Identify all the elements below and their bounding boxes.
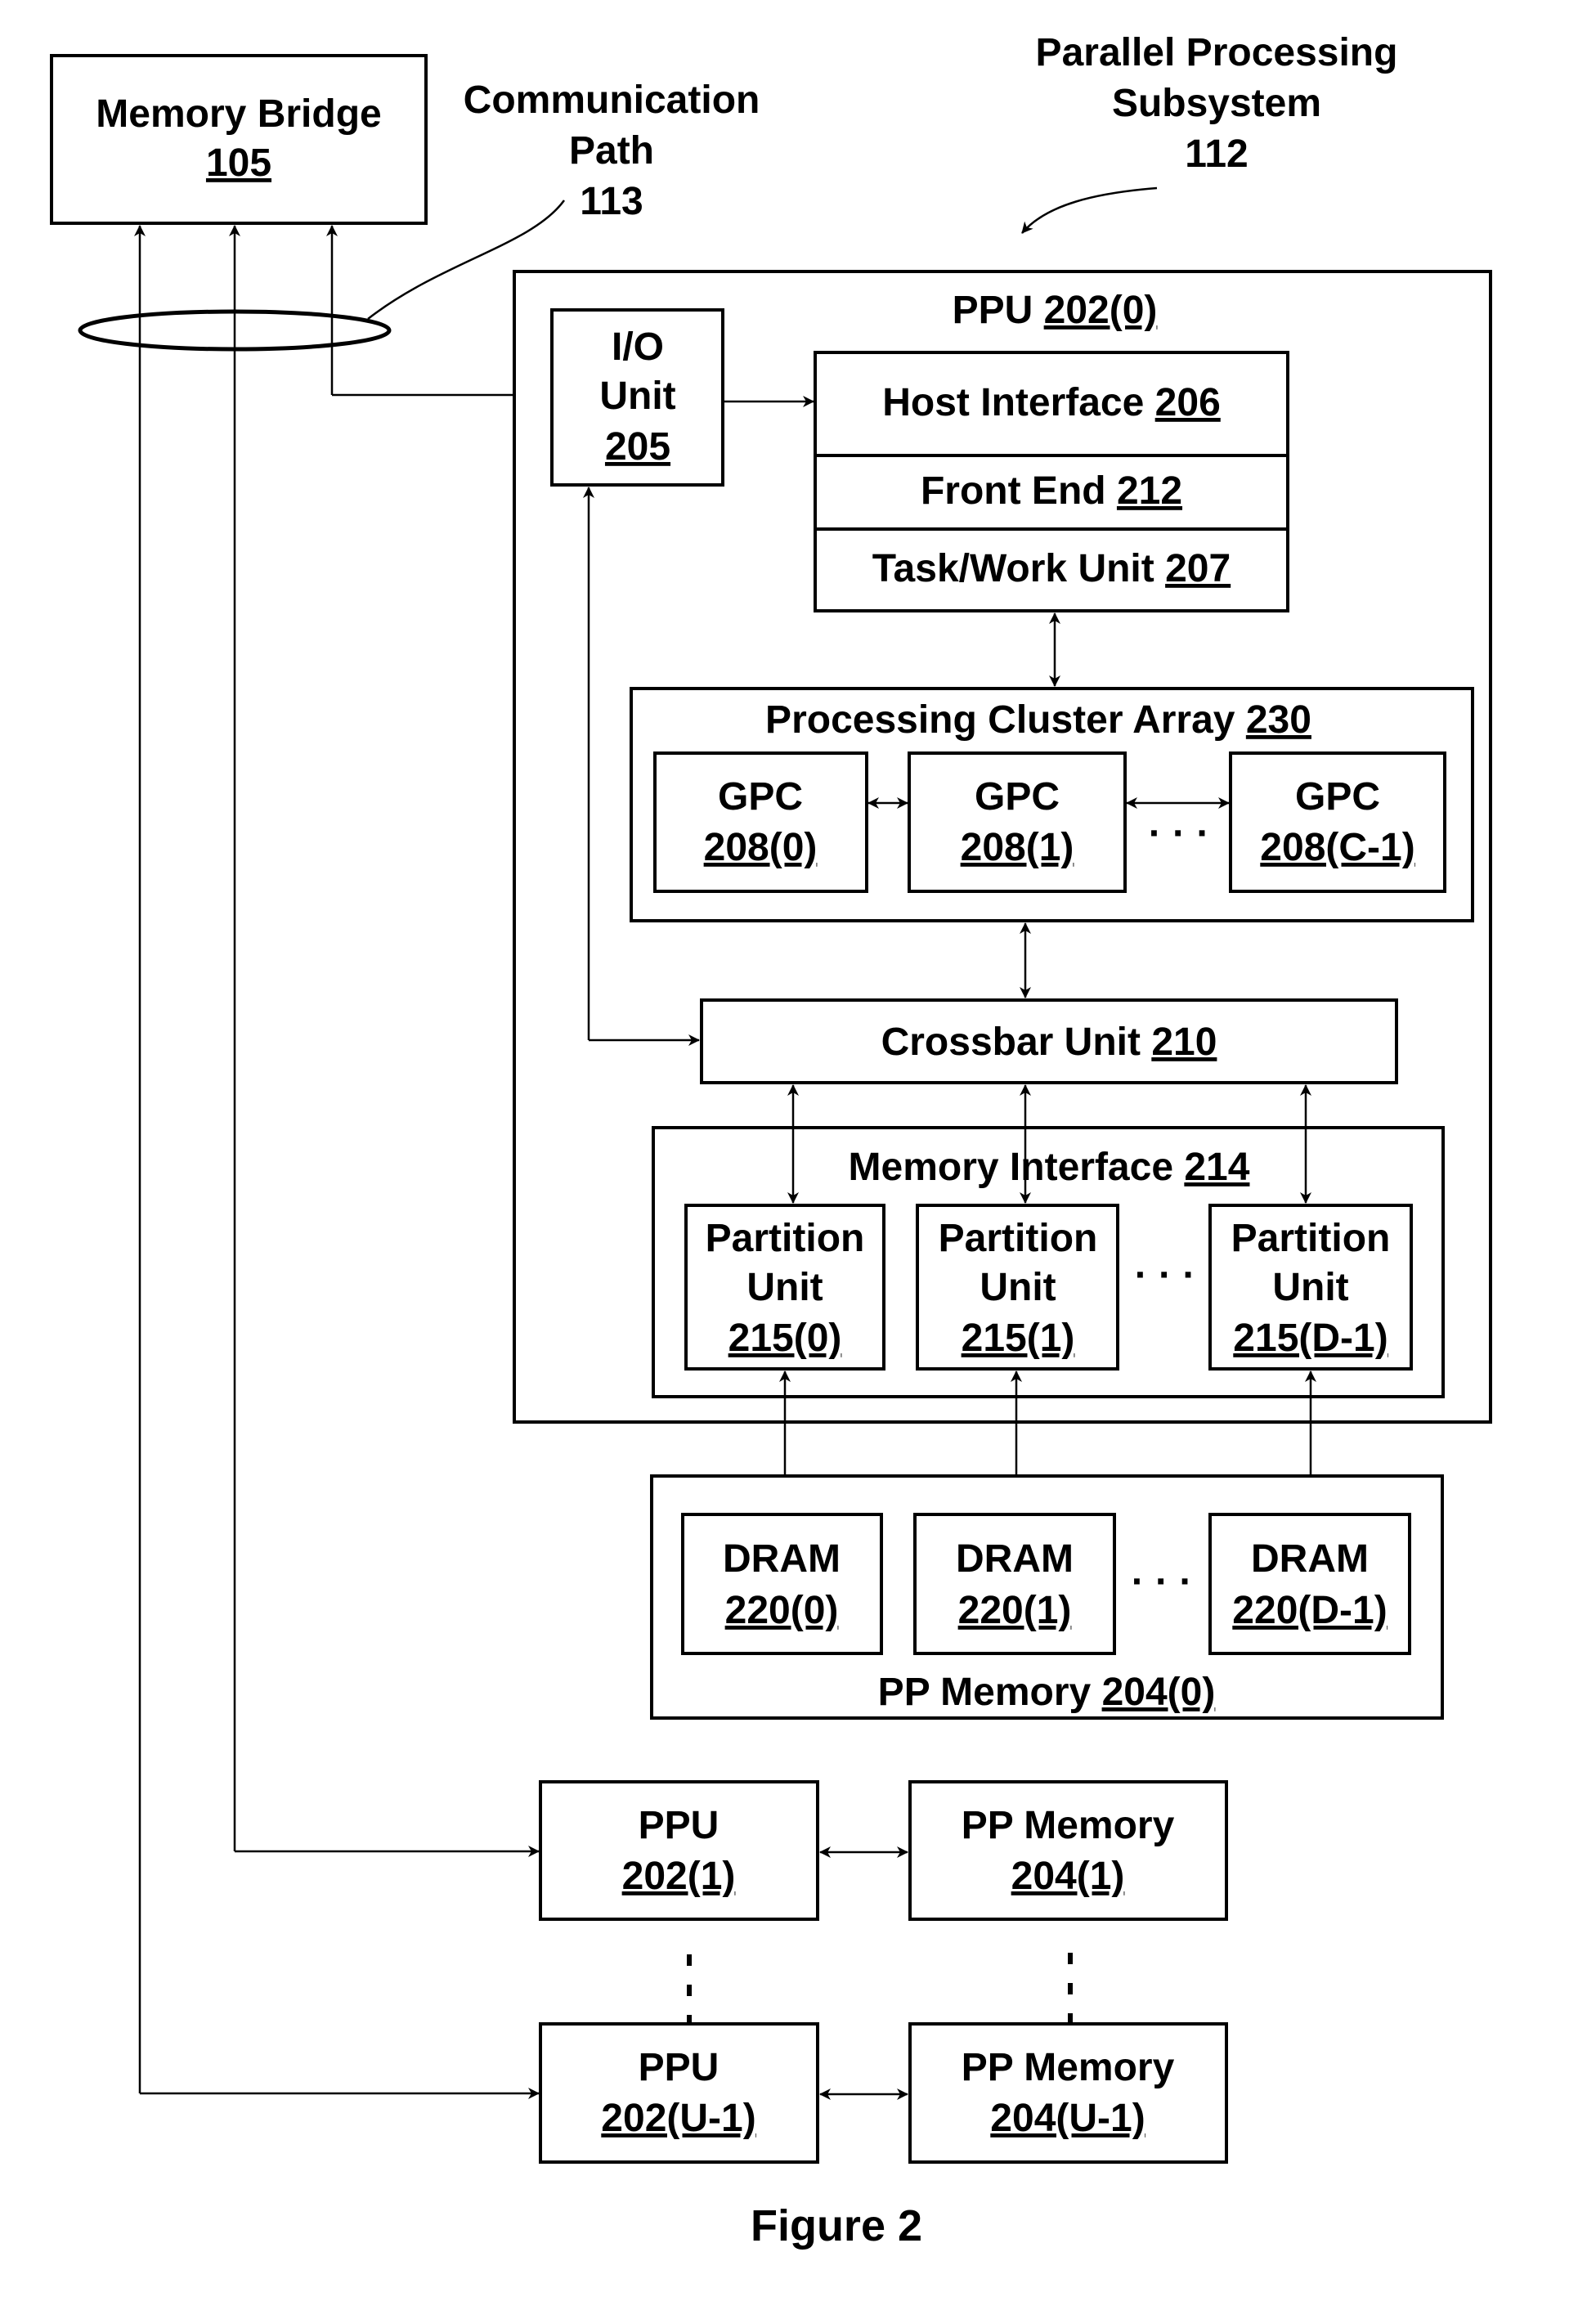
crossbar-label: Crossbar Unit 210: [881, 1021, 1217, 1064]
gpc-0-block: GPC 208(0): [653, 751, 868, 893]
parallel-processing-diagram: Memory Bridge 105 Communication Path 113…: [50, 31, 1492, 2250]
crossbar-unit-block: Crossbar Unit 210: [700, 998, 1398, 1084]
gpc-0-ref: 208(0): [704, 826, 818, 869]
gpc-last-block: GPC 208(C-1): [1229, 751, 1446, 893]
ppu-1-label: PPU: [639, 1804, 720, 1847]
ppu-0-label: PPU 202(0): [953, 289, 1158, 332]
partition-unit-last-block: Partition Unit 215(D-1): [1208, 1204, 1413, 1371]
dram-1-label: DRAM: [956, 1537, 1074, 1581]
task-work-unit-label: Task/Work Unit 207: [872, 547, 1231, 590]
host-frontend-stack: Host Interface 206 Front End 212 Task/Wo…: [814, 351, 1289, 612]
pp-memory-last-block: PP Memory 204(U-1): [908, 2022, 1228, 2164]
host-interface-label: Host Interface 206: [882, 381, 1221, 424]
subsystem-ref: 112: [1185, 132, 1248, 176]
dram-0-block: DRAM 220(0): [681, 1513, 883, 1655]
ppu-last-ref: 202(U-1): [601, 2097, 755, 2140]
subsystem-label-line1: Parallel Processing: [1036, 31, 1398, 74]
figure-caption: Figure 2: [751, 2201, 922, 2250]
dram-1-ref: 220(1): [958, 1589, 1072, 1632]
io-unit-block: I/O Unit 205: [550, 308, 724, 487]
gpc-last-ref: 208(C-1): [1260, 826, 1414, 869]
dram-last-ref: 220(D-1): [1232, 1589, 1387, 1632]
partition-unit-1-block: Partition Unit 215(1): [916, 1204, 1119, 1371]
partition-ellipsis: · · ·: [1135, 1254, 1196, 1297]
gpc-ellipsis: · · ·: [1149, 812, 1210, 855]
pp-memory-1-block: PP Memory 204(1): [908, 1780, 1228, 1921]
dram-0-label: DRAM: [723, 1537, 841, 1581]
pp-memory-0-label: PP Memory 204(0): [878, 1671, 1216, 1714]
subsystem-pointer-arrow: [1021, 186, 1158, 234]
pp-memory-last-label: PP Memory: [962, 2046, 1175, 2089]
partition-unit-1-label-line1: Partition: [939, 1217, 1098, 1260]
pp-memory-1-label: PP Memory: [962, 1804, 1175, 1847]
pp-memory-1-ref: 204(1): [1011, 1855, 1125, 1898]
partition-unit-1-ref: 215(1): [962, 1317, 1075, 1360]
subsystem-label-line2: Subsystem: [1112, 82, 1321, 125]
dram-ellipsis: · · ·: [1132, 1560, 1193, 1604]
ppu-1-block: PPU 202(1): [539, 1780, 819, 1921]
gpc-1-block: GPC 208(1): [908, 751, 1127, 893]
partition-unit-last-label-line1: Partition: [1231, 1217, 1391, 1260]
partition-unit-0-ref: 215(0): [729, 1317, 842, 1360]
memory-interface-block: Memory Interface 214 Partition Unit 215(…: [652, 1126, 1445, 1398]
pca-label: Processing Cluster Array 230: [765, 698, 1311, 742]
communication-path-label-line2: Path: [569, 129, 654, 173]
processing-cluster-array-block: Processing Cluster Array 230 GPC 208(0) …: [630, 687, 1474, 922]
memory-bridge-label: Memory Bridge: [96, 92, 381, 136]
memory-bridge-ref: 105: [206, 141, 271, 185]
partition-unit-0-block: Partition Unit 215(0): [684, 1204, 885, 1371]
io-unit-label-line2: Unit: [599, 375, 675, 418]
dram-0-ref: 220(0): [725, 1589, 839, 1632]
subsystem-callout: Parallel Processing Subsystem 112: [1021, 31, 1398, 234]
io-unit-label-line1: I/O: [612, 325, 664, 369]
io-unit-ref: 205: [605, 425, 670, 469]
ppu-last-block: PPU 202(U-1): [539, 2022, 819, 2164]
pp-memory-last-ref: 204(U-1): [990, 2097, 1145, 2140]
gpc-1-label: GPC: [975, 775, 1060, 819]
partition-unit-0-label-line2: Unit: [746, 1266, 823, 1309]
communication-path-ref: 113: [580, 180, 643, 223]
partition-unit-last-label-line2: Unit: [1272, 1266, 1348, 1309]
ppu-1-ref: 202(1): [622, 1855, 736, 1898]
dram-last-block: DRAM 220(D-1): [1208, 1513, 1411, 1655]
ppu-vertical-ellipsis: [687, 1954, 692, 2026]
partition-unit-0-label-line1: Partition: [706, 1217, 865, 1260]
dram-last-label: DRAM: [1251, 1537, 1369, 1581]
gpc-last-label: GPC: [1295, 775, 1380, 819]
communication-path-label-line1: Communication: [464, 79, 760, 122]
ppu-0-block: PPU 202(0) I/O Unit 205 Host Interface 2…: [513, 270, 1492, 1424]
partition-unit-last-ref: 215(D-1): [1233, 1317, 1388, 1360]
gpc-1-ref: 208(1): [961, 826, 1074, 869]
memory-bridge-block: Memory Bridge 105: [50, 54, 428, 225]
ppmem-vertical-ellipsis: [1068, 1953, 1073, 2025]
dram-1-block: DRAM 220(1): [913, 1513, 1116, 1655]
ppu-last-label: PPU: [639, 2046, 720, 2089]
gpc-0-label: GPC: [718, 775, 803, 819]
partition-unit-1-label-line2: Unit: [980, 1266, 1056, 1309]
pp-memory-0-block: DRAM 220(0) DRAM 220(1) DRAM 220(D-1) · …: [650, 1474, 1444, 1720]
front-end-label: Front End 212: [921, 469, 1182, 513]
memory-interface-label: Memory Interface 214: [849, 1146, 1250, 1189]
